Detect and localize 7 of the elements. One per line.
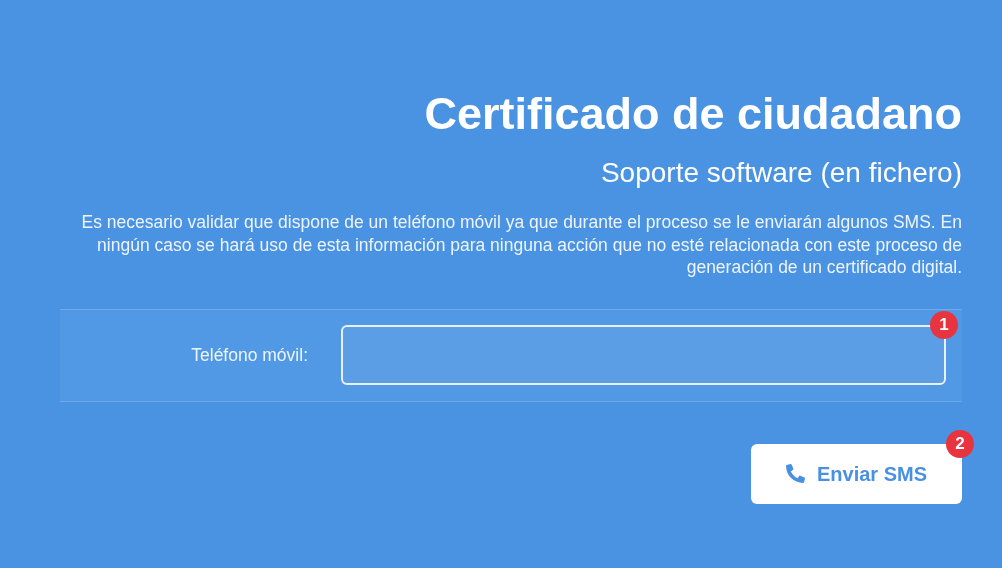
page-subtitle: Soporte software (en fichero): [600, 156, 962, 190]
phone-icon: [785, 464, 805, 483]
description-text: Es necesario validar que dispone de un teléfono móvil ya que durante el proceso se le enviarán algunos SMS. En ningún caso se hará uso de esta información para ninguna acción que no esté relacionada con este proceso de generación de un certificado digital.: [80, 211, 962, 279]
page-title: Certificado de ciudadano: [424, 87, 962, 141]
step-badge: 1: [930, 311, 958, 339]
field-label: Teléfono móvil:: [190, 343, 308, 367]
step-badge: 2: [946, 429, 974, 458]
